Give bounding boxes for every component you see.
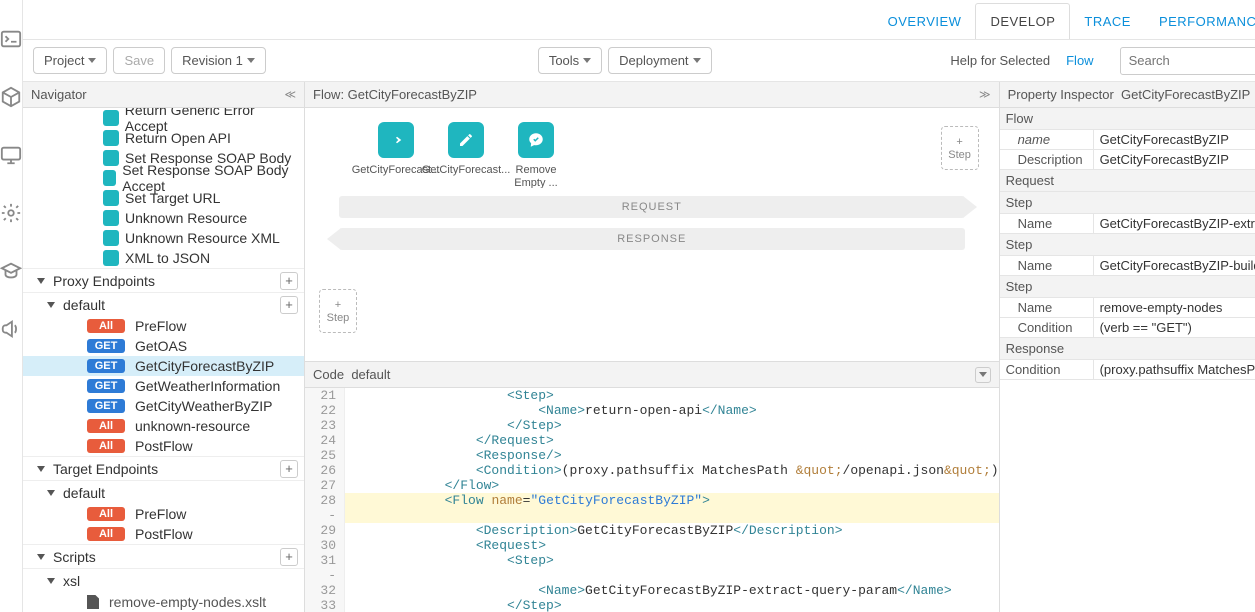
policy-icon (103, 170, 116, 186)
step-icon (518, 122, 554, 158)
policy-icon (103, 230, 119, 246)
flow-link[interactable]: Flow (1066, 53, 1093, 68)
flow-step[interactable]: GetCityForecast... (367, 122, 425, 188)
flow-row[interactable]: GETGetCityWeatherByZIP (23, 396, 304, 416)
flow-row[interactable]: GETGetOAS (23, 336, 304, 356)
flow-row[interactable]: Allunknown-resource (23, 416, 304, 436)
megaphone-icon[interactable] (0, 318, 22, 340)
collapse-flow-icon[interactable]: ≫ (979, 88, 991, 101)
code-line[interactable]: 30 <Request> (305, 538, 999, 553)
policy-item[interactable]: XML to JSON (23, 248, 304, 268)
policy-icon (103, 250, 119, 266)
inspector-header: Property Inspector GetCityForecastByZIP … (1000, 82, 1255, 108)
code-line[interactable]: 31 - <Step> (305, 553, 999, 583)
nav-group[interactable]: Target Endpoints+ (23, 456, 304, 480)
flow-row[interactable]: AllPreFlow (23, 316, 304, 336)
code-line[interactable]: 27 </Flow> (305, 478, 999, 493)
search-box (1120, 47, 1255, 75)
code-line[interactable]: 23 </Step> (305, 418, 999, 433)
nav-group[interactable]: Scripts+ (23, 544, 304, 568)
collapse-icon[interactable]: ≪ (284, 88, 296, 101)
inspector-section: Request (1000, 170, 1255, 192)
inspector-section: Response (1000, 338, 1255, 360)
package-icon[interactable] (0, 86, 22, 108)
flow-header: Flow: GetCityForecastByZIP ≫ (305, 82, 999, 108)
policy-icon (103, 190, 119, 206)
add-step-response[interactable]: +Step (319, 289, 357, 333)
policy-item[interactable]: Set Response SOAP Body Accept (23, 168, 304, 188)
code-line[interactable]: 32 <Name>GetCityForecastByZIP-extract-qu… (305, 583, 999, 598)
add-button[interactable]: + (280, 272, 298, 290)
inspector-section: Flow (1000, 108, 1255, 130)
tab-develop[interactable]: DEVELOP (975, 3, 1070, 39)
code-line[interactable]: 22 <Name>return-open-api</Name> (305, 403, 999, 418)
tab-performance[interactable]: PERFORMANCE (1145, 4, 1255, 39)
deployment-dropdown[interactable]: Deployment (608, 47, 711, 74)
nav-subgroup[interactable]: default (23, 480, 304, 504)
inspector-row: DescriptionGetCityForecastByZIP (1000, 150, 1255, 170)
policy-icon (103, 150, 119, 166)
script-file[interactable]: remove-empty-nodes.xslt (23, 592, 304, 612)
inspector-row: nameGetCityForecastByZIP (1000, 130, 1255, 150)
step-icon (448, 122, 484, 158)
policy-icon (103, 130, 119, 146)
policy-icon (103, 210, 119, 226)
code-line[interactable]: 24 </Request> (305, 433, 999, 448)
navigator-header: Navigator ≪ (23, 82, 304, 108)
request-bar: REQUEST (339, 196, 965, 218)
inspector-section: Step (1000, 276, 1255, 298)
flow-step[interactable]: GetCityForecast... (437, 122, 495, 188)
tab-trace[interactable]: TRACE (1070, 4, 1145, 39)
flow-row[interactable]: GETGetWeatherInformation (23, 376, 304, 396)
policy-item[interactable]: Return Generic Error Accept (23, 108, 304, 128)
tools-dropdown[interactable]: Tools (538, 47, 602, 74)
inspector-row: Condition(verb == "GET") (1000, 318, 1255, 338)
nav-group[interactable]: Proxy Endpoints+ (23, 268, 304, 292)
inspector-row: NameGetCityForecastByZIP-build-soap (1000, 256, 1255, 276)
flow-row[interactable]: AllPreFlow (23, 504, 304, 524)
inspector-section: Step (1000, 192, 1255, 214)
add-button[interactable]: + (280, 296, 298, 314)
response-bar: RESPONSE (339, 228, 965, 250)
flow-step[interactable]: Remove Empty ... (507, 122, 565, 188)
help-label: Help for Selected (950, 53, 1050, 68)
project-dropdown[interactable]: Project (33, 47, 107, 74)
flow-row[interactable]: AllPostFlow (23, 524, 304, 544)
code-line[interactable]: 21 <Step> (305, 388, 999, 403)
code-line[interactable]: 25 <Response/> (305, 448, 999, 463)
monitor-icon[interactable] (0, 144, 22, 166)
code-dropdown-icon[interactable] (975, 367, 991, 383)
inspector-row: Nameremove-empty-nodes (1000, 298, 1255, 318)
file-icon (87, 595, 99, 609)
top-tabs: OVERVIEWDEVELOPTRACEPERFORMANCE (23, 0, 1255, 40)
code-line[interactable]: 29 <Description>GetCityForecastByZIP</De… (305, 523, 999, 538)
search-input[interactable] (1120, 47, 1255, 75)
flow-row[interactable]: GETGetCityForecastByZIP (23, 356, 304, 376)
revision-dropdown[interactable]: Revision 1 (171, 47, 266, 74)
add-button[interactable]: + (280, 548, 298, 566)
step-icon (378, 122, 414, 158)
graduate-icon[interactable] (0, 260, 22, 282)
toolbar: Project Save Revision 1 Tools Deployment… (23, 40, 1255, 82)
policy-icon (103, 110, 119, 126)
code-line[interactable]: 33 </Step> (305, 598, 999, 612)
inspector-row: NameGetCityForecastByZIP-extract-qu (1000, 214, 1255, 234)
inspector-section: Step (1000, 234, 1255, 256)
code-header: Code default (305, 362, 999, 388)
terminal-icon[interactable] (0, 28, 22, 50)
app-sidebar (0, 0, 23, 612)
inspector-row: Condition(proxy.pathsuffix MatchesPath "… (1000, 360, 1255, 380)
flow-row[interactable]: AllPostFlow (23, 436, 304, 456)
code-line[interactable]: 28 - <Flow name="GetCityForecastByZIP"> (305, 493, 999, 523)
gear-icon[interactable] (0, 202, 22, 224)
policy-item[interactable]: Unknown Resource (23, 208, 304, 228)
add-button[interactable]: + (280, 460, 298, 478)
add-step-request[interactable]: +Step (941, 126, 979, 170)
nav-subgroup[interactable]: default+ (23, 292, 304, 316)
save-button[interactable]: Save (113, 47, 165, 74)
code-line[interactable]: 26 <Condition>(proxy.pathsuffix MatchesP… (305, 463, 999, 478)
tab-overview[interactable]: OVERVIEW (874, 4, 976, 39)
nav-subgroup[interactable]: xsl (23, 568, 304, 592)
policy-item[interactable]: Unknown Resource XML (23, 228, 304, 248)
